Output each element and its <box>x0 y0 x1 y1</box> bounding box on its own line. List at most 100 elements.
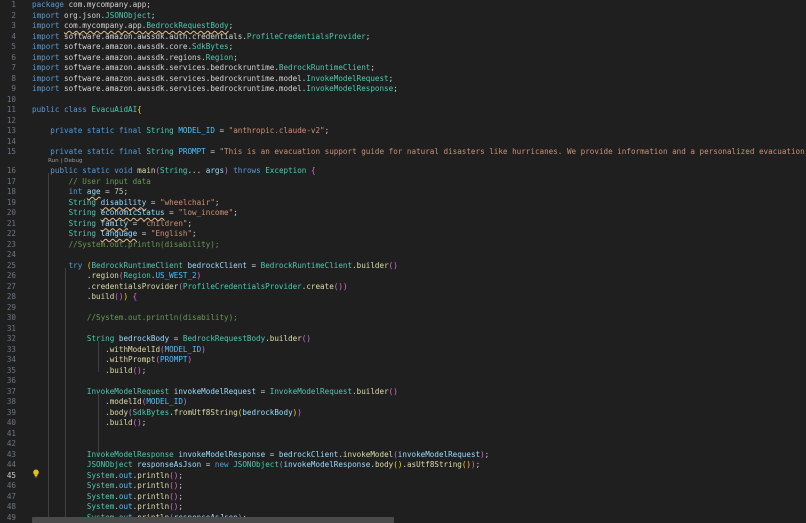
code-token: Region <box>205 52 234 62</box>
code-line[interactable]: 9 import software.amazon.awssdk.services.… <box>0 84 806 95</box>
code-line[interactable]: 45 System.out.println(); <box>0 471 806 482</box>
code-line[interactable]: 5 import software.amazon.awssdk.core.SdkB… <box>0 42 806 53</box>
code-token: disability <box>100 197 147 207</box>
code-token: = <box>128 218 142 228</box>
code-line[interactable]: 31 <box>0 324 806 335</box>
horizontal-scrollbar[interactable] <box>32 517 394 523</box>
code-token: out <box>118 502 133 511</box>
code-line[interactable]: 10 <box>0 95 806 106</box>
code-line[interactable]: 40 .build(); <box>0 418 806 429</box>
code-token: age <box>86 187 101 196</box>
code-token: region <box>91 271 119 280</box>
code-line[interactable]: 28 .build()) { <box>0 292 806 303</box>
code-token: ) <box>187 355 193 364</box>
code-line[interactable]: 2 import org.json.JSONObject; <box>0 11 806 22</box>
line-number: 17 <box>6 176 16 186</box>
code-token: { <box>137 105 142 114</box>
code-line[interactable]: 22 String language = "English"; <box>0 229 806 240</box>
code-line[interactable]: 30 //System.out.println(disability); <box>0 313 806 324</box>
code-text: import software.amazon.awssdk.services.b… <box>32 63 375 74</box>
line-number: 35 <box>6 365 16 375</box>
code-line[interactable]: 32 String bedrockBody = BedrockRequestBo… <box>0 334 806 345</box>
code-token: = <box>164 208 179 217</box>
code-line[interactable]: 38 .modelId(MODEL_ID) <box>0 397 806 408</box>
line-number: 13 <box>6 126 16 135</box>
line-number: 45 <box>6 470 16 480</box>
code-line[interactable]: 7 import software.amazon.awssdk.services.… <box>0 63 806 74</box>
code-editor[interactable]: 1 package com.mycompany.app; 2 import org.j… <box>0 0 806 523</box>
code-line[interactable]: 41 <box>0 429 806 440</box>
code-line[interactable]: 13 private static final String MODEL_ID … <box>0 126 806 137</box>
codelens-run-debug[interactable]: Run | Debug <box>48 157 83 165</box>
code-text: String disability = "wheelchair"; <box>32 197 220 209</box>
code-token: ; <box>178 491 183 501</box>
code-token: BedrockRequestBody <box>182 334 266 343</box>
code-text: JSONObject responseAsJson = new JSONObje… <box>32 460 480 471</box>
code-text: private static final String PROMPT = "Th… <box>32 147 806 158</box>
code-line[interactable]: 11 public class EvacuAidAI{ <box>0 105 806 116</box>
code-line[interactable]: 25 try (BedrockRuntimeClient bedrockClie… <box>0 261 806 272</box>
code-line[interactable]: 17 // User input data <box>0 177 806 188</box>
code-text: String bedrockBody = BedrockRequestBody.… <box>32 334 311 345</box>
code-line[interactable]: 36 <box>0 376 806 387</box>
code-line[interactable]: 29 <box>0 303 806 314</box>
code-token: String <box>68 208 101 217</box>
code-line[interactable]: 34 .withPrompt(PROMPT) <box>0 355 806 366</box>
line-number: 15 <box>6 147 16 156</box>
code-line[interactable]: 18 int age = 75; <box>0 187 806 198</box>
code-text: .withModelId(MODEL_ID) <box>32 345 206 356</box>
code-line[interactable]: 46 System.out.println(); <box>0 481 806 492</box>
line-number: 10 <box>6 94 16 104</box>
code-token: String <box>68 218 101 228</box>
code-line[interactable]: 14 <box>0 137 806 148</box>
code-line[interactable]: 6 import software.amazon.awssdk.regions.R… <box>0 53 806 64</box>
code-line[interactable]: 15 private static final String PROMPT = … <box>0 147 806 158</box>
code-line[interactable]: 26 .region(Region.US_WEST_2) <box>0 271 806 282</box>
code-line[interactable]: 19 String disability = "wheelchair"; <box>0 198 806 209</box>
code-token: "low_income" <box>178 208 234 217</box>
code-token: BedrockRuntimeClient <box>260 260 353 270</box>
code-text: InvokeModelResponse invokeModelResponse … <box>32 450 489 461</box>
lightbulb-icon[interactable] <box>32 469 40 478</box>
code-token: out <box>118 470 133 480</box>
code-line[interactable]: 44 JSONObject responseAsJson = new JSONO… <box>0 460 806 471</box>
code-line[interactable]: 20 String economicStatus = "low_income"; <box>0 208 806 219</box>
code-line[interactable]: 35 .build(); <box>0 366 806 377</box>
code-line[interactable]: 37 InvokeModelRequest invokeModelRequest… <box>0 387 806 398</box>
code-token: String <box>68 229 101 238</box>
code-line[interactable]: 8 import software.amazon.awssdk.services.… <box>0 74 806 85</box>
code-token: //System.out.println(disability); <box>68 239 220 249</box>
code-line[interactable]: 43 InvokeModelResponse invokeModelRespon… <box>0 450 806 461</box>
code-line[interactable]: 16 public static void main(String... arg… <box>0 166 806 177</box>
code-text: try (BedrockRuntimeClient bedrockClient … <box>32 261 398 272</box>
code-token: language <box>100 229 138 238</box>
code-token: bedrockClient <box>187 260 247 270</box>
code-line[interactable]: 27 .credentialsProvider(ProfileCredentia… <box>0 282 806 293</box>
code-token: ; <box>192 229 197 238</box>
code-line[interactable]: 1 package com.mycompany.app; <box>0 0 806 11</box>
code-line[interactable]: 39 .body(SdkBytes.fromUtf8String(bedrock… <box>0 408 806 419</box>
code-token: new <box>214 460 234 469</box>
code-line[interactable]: 33 .withModelId(MODEL_ID) <box>0 345 806 356</box>
code-line[interactable]: 48 System.out.println(); <box>0 502 806 513</box>
code-line[interactable]: 3 import com.mycompany.app.BedrockRequest… <box>0 21 806 32</box>
line-number: 5 <box>11 42 16 51</box>
code-text: private static final String MODEL_ID = "… <box>32 126 329 137</box>
code-token: JSONObject <box>233 460 279 469</box>
code-token: asUtf8String <box>406 460 462 469</box>
line-number: 23 <box>6 239 16 249</box>
code-line[interactable]: 21 String family = "children"; <box>0 219 806 230</box>
code-token: MODEL_ID <box>146 397 183 406</box>
code-line[interactable]: 23 //System.out.println(disability); <box>0 240 806 251</box>
code-line[interactable]: 42 <box>0 439 806 450</box>
code-token: invokeModel <box>342 449 394 459</box>
code-token: responseAsJson <box>137 460 202 469</box>
code-line[interactable]: 24 <box>0 250 806 261</box>
code-token: { <box>132 292 138 301</box>
code-line[interactable]: 47 System.out.println(); <box>0 492 806 503</box>
code-token: = <box>265 449 279 459</box>
code-line[interactable]: 12 <box>0 116 806 127</box>
code-line[interactable]: 4 import software.amazon.awssdk.auth.cred… <box>0 32 806 43</box>
